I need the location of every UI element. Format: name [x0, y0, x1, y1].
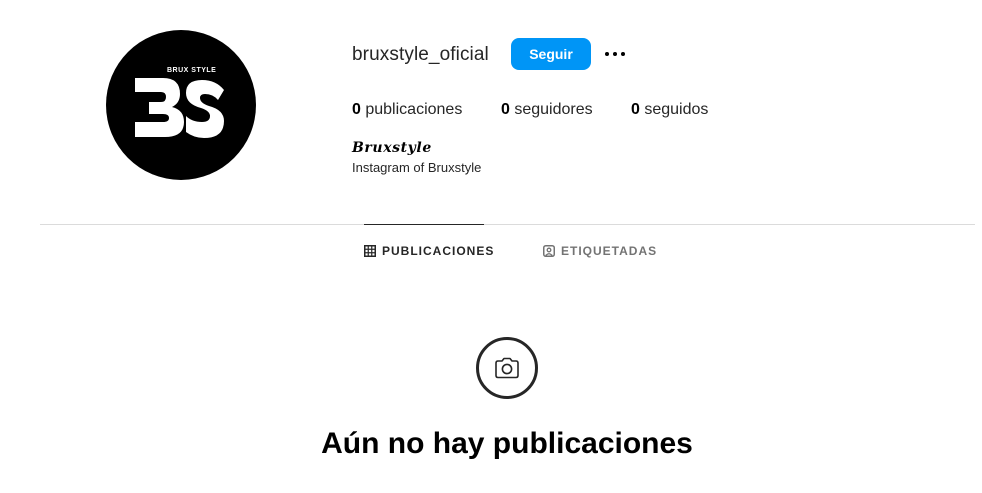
stat-followers[interactable]: 0 seguidores — [501, 101, 593, 119]
stat-followers-label: seguidores — [514, 101, 593, 118]
tab-tagged[interactable]: ETIQUETADAS — [543, 244, 657, 258]
stat-following-label: seguidos — [644, 101, 709, 118]
more-options-icon[interactable] — [602, 42, 628, 66]
profile-avatar[interactable]: BRUX STYLE — [106, 30, 256, 180]
follow-button[interactable]: Seguir — [511, 38, 591, 70]
stat-followers-count: 0 — [501, 101, 510, 118]
bio-text: Instagram of Bruxstyle — [352, 160, 482, 175]
stat-posts: 0 publicaciones — [352, 101, 462, 119]
tab-tagged-label: ETIQUETADAS — [561, 244, 658, 258]
tagged-icon — [543, 245, 555, 257]
grid-icon — [364, 245, 376, 257]
stat-posts-label: publicaciones — [365, 101, 463, 118]
bio-name: Bruxstyle — [352, 140, 432, 156]
stat-posts-count: 0 — [352, 101, 361, 118]
profile-username: bruxstyle_oficial — [352, 44, 489, 65]
stat-following-count: 0 — [631, 101, 640, 118]
tab-posts[interactable]: PUBLICACIONES — [364, 244, 494, 258]
tabs-divider — [40, 224, 975, 225]
camera-icon — [495, 357, 519, 379]
empty-state-camera — [476, 337, 538, 399]
logo-caption: BRUX STYLE — [167, 67, 216, 74]
brand-logo: BRUX STYLE — [135, 67, 224, 138]
empty-state-title: Aún no hay publicaciones — [321, 427, 693, 460]
tab-posts-label: PUBLICACIONES — [382, 244, 495, 258]
stat-following[interactable]: 0 seguidos — [631, 101, 708, 119]
active-tab-indicator — [364, 224, 484, 225]
